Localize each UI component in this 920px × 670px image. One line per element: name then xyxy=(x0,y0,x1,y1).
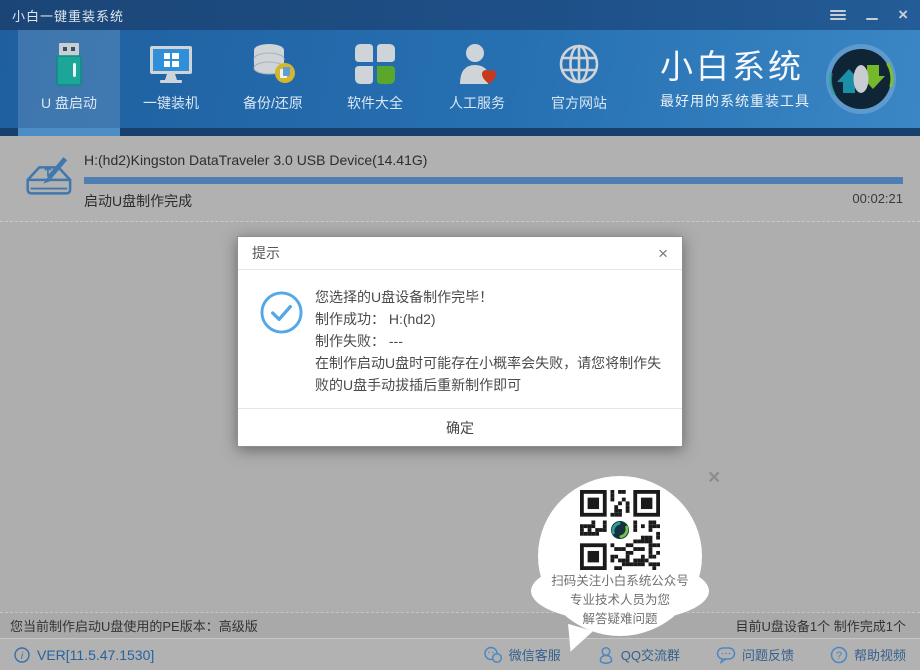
progress-status-text: 启动U盘制作完成 xyxy=(84,191,192,211)
tab-label: U 盘启动 xyxy=(41,93,97,113)
qr-code xyxy=(580,490,660,570)
info-icon: i xyxy=(14,647,30,663)
elapsed-time: 00:02:21 xyxy=(852,191,903,211)
minimize-icon[interactable] xyxy=(864,8,880,22)
brand-logo-icon xyxy=(824,42,898,116)
qq-group-link[interactable]: QQ交流群 xyxy=(597,645,680,664)
footer-link-label: QQ交流群 xyxy=(621,645,680,664)
version-text: VER[11.5.47.1530] xyxy=(37,647,154,663)
pe-version-text: 您当前制作启动U盘使用的PE版本：高级版 xyxy=(10,616,258,635)
wechat-support-link[interactable]: 微信客服 xyxy=(483,645,561,664)
usb-progress-section: H:(hd2)Kingston DataTraveler 3.0 USB Dev… xyxy=(0,136,920,222)
qr-popup: 扫码关注小白系统公众号 专业技术人员为您 解答疑难问题 xyxy=(538,476,702,636)
tab-label: 备份/还原 xyxy=(243,93,303,113)
window-controls: × xyxy=(830,8,908,22)
help-circle-icon: ? xyxy=(830,646,848,664)
version-info[interactable]: i VER[11.5.47.1530] xyxy=(14,647,154,663)
close-icon[interactable]: × xyxy=(898,8,908,22)
active-tab-indicator xyxy=(18,128,120,136)
main-nav: U 盘启动 一键装机 备份/还原 xyxy=(0,30,920,128)
qr-caption-line: 扫码关注小白系统公众号 xyxy=(528,572,712,591)
qq-icon xyxy=(597,646,615,664)
tab-label: 一键装机 xyxy=(143,93,199,113)
dialog-line: 您选择的U盘设备制作完毕！ xyxy=(315,286,664,308)
footer-link-label: 微信客服 xyxy=(509,645,561,664)
monitor-icon xyxy=(147,40,195,88)
progress-bar-track xyxy=(84,177,903,184)
dialog-footer: 确定 xyxy=(238,408,682,446)
qr-caption-line: 解答疑难问题 xyxy=(528,610,712,629)
tab-one-click-install[interactable]: 一键装机 xyxy=(120,30,222,128)
globe-icon xyxy=(555,40,603,88)
dialog-line: 制作失败： --- xyxy=(315,330,664,352)
tab-label: 软件大全 xyxy=(347,93,403,113)
completion-dialog: 提示 × 您选择的U盘设备制作完毕！ 制作成功： H:(hd2) 制作失败： -… xyxy=(237,236,683,447)
tab-software-collection[interactable]: 软件大全 xyxy=(324,30,426,128)
qr-caption-line: 专业技术人员为您 xyxy=(528,591,712,610)
usb-drive-icon xyxy=(45,40,93,88)
brand-subtitle: 最好用的系统重装工具 xyxy=(660,91,810,111)
dialog-line: 制作成功： H:(hd2) xyxy=(315,308,664,330)
wechat-icon xyxy=(483,646,503,664)
svg-text:?: ? xyxy=(836,650,842,662)
footer-link-label: 问题反馈 xyxy=(742,645,794,664)
qr-caption: 扫码关注小白系统公众号 专业技术人员为您 解答疑难问题 xyxy=(528,572,712,629)
usb-device-name: H:(hd2)Kingston DataTraveler 3.0 USB Dev… xyxy=(84,148,903,168)
dialog-header: 提示 × xyxy=(238,237,682,270)
brand-block: 小白系统 最好用的系统重装工具 xyxy=(660,30,920,128)
footer-bar: i VER[11.5.47.1530] 微信客服 QQ交流群 xyxy=(0,638,920,670)
success-check-icon xyxy=(259,290,304,335)
brand-title: 小白系统 xyxy=(660,47,810,87)
tab-label: 人工服务 xyxy=(449,93,505,113)
footer-link-label: 帮助视频 xyxy=(854,645,906,664)
backup-disks-icon xyxy=(249,40,297,88)
help-video-link[interactable]: ? 帮助视频 xyxy=(830,645,906,664)
person-heart-icon xyxy=(453,40,501,88)
svg-text:i: i xyxy=(21,651,24,662)
status-bar: 您当前制作启动U盘使用的PE版本：高级版 目前U盘设备1个 制作完成1个 xyxy=(0,612,920,638)
menu-icon[interactable] xyxy=(830,8,846,22)
dialog-line: 在制作启动U盘时可能存在小概率会失败，请您将制作失败的U盘手动拔插后重新制作即可 xyxy=(315,352,664,396)
nav-underline xyxy=(0,128,920,136)
qr-popup-close-icon[interactable]: × xyxy=(708,466,720,490)
confirm-button[interactable]: 确定 xyxy=(406,410,514,446)
tab-backup-restore[interactable]: 备份/还原 xyxy=(222,30,324,128)
disk-write-icon xyxy=(18,150,74,204)
dialog-close-icon[interactable]: × xyxy=(658,245,668,262)
progress-bar-fill xyxy=(84,177,903,184)
footer-links: 微信客服 QQ交流群 问题反馈 ? 帮助视频 xyxy=(483,645,906,664)
feedback-bubble-icon xyxy=(716,646,736,664)
device-count-text: 目前U盘设备1个 制作完成1个 xyxy=(736,616,906,635)
dialog-title: 提示 xyxy=(252,243,280,263)
title-bar: 小白一键重装系统 × xyxy=(0,0,920,30)
dialog-message: 您选择的U盘设备制作完毕！ 制作成功： H:(hd2) 制作失败： --- 在制… xyxy=(315,286,664,396)
app-title: 小白一键重装系统 xyxy=(12,6,124,25)
tab-label: 官方网站 xyxy=(551,93,607,113)
dialog-body: 您选择的U盘设备制作完毕！ 制作成功： H:(hd2) 制作失败： --- 在制… xyxy=(238,270,682,408)
tab-official-website[interactable]: 官方网站 xyxy=(528,30,630,128)
software-clover-icon xyxy=(351,40,399,88)
tab-human-service[interactable]: 人工服务 xyxy=(426,30,528,128)
tab-usb-boot[interactable]: U 盘启动 xyxy=(18,30,120,128)
feedback-link[interactable]: 问题反馈 xyxy=(716,645,794,664)
